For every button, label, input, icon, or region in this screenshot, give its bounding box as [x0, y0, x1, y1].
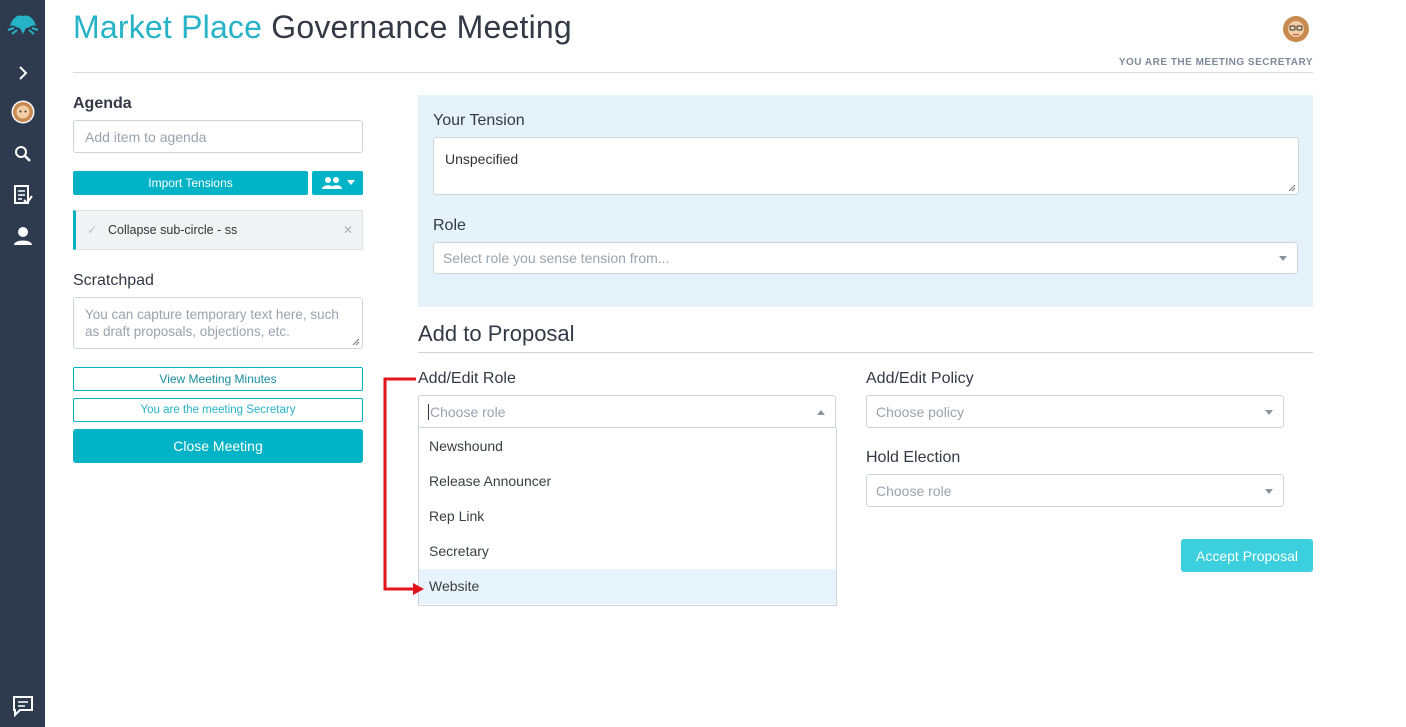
scratchpad-textarea[interactable]: You can capture temporary text here, suc… — [73, 297, 363, 349]
caret-down-icon — [346, 180, 355, 185]
accept-proposal-button[interactable]: Accept Proposal — [1181, 539, 1313, 572]
sidebar-rail — [0, 0, 45, 727]
caret-down-icon — [1279, 256, 1287, 261]
resize-handle-icon[interactable] — [352, 338, 360, 346]
role-option[interactable]: Rep Link — [419, 498, 836, 533]
add-edit-policy-placeholder: Choose policy — [876, 403, 964, 420]
page-title-brand: Market Place — [73, 9, 263, 45]
role-option[interactable]: Newshound — [419, 428, 836, 463]
agenda-heading: Agenda — [73, 95, 132, 112]
close-meeting-button[interactable]: Close Meeting — [73, 429, 363, 463]
tension-value: Unspecified — [445, 151, 519, 167]
caret-up-icon — [817, 409, 825, 415]
scratchpad-placeholder: You can capture temporary text here, suc… — [85, 307, 339, 339]
add-edit-role-label: Add/Edit Role — [418, 370, 516, 387]
role-label: Role — [433, 217, 466, 234]
chat-icon[interactable] — [0, 694, 45, 718]
add-edit-role-select[interactable]: Choose role — [418, 395, 836, 428]
page-title-meeting: Governance Meeting — [271, 9, 572, 45]
caret-down-icon — [1265, 488, 1273, 494]
role-dropdown-menu: Newshound Release Announcer Rep Link Sec… — [418, 428, 837, 606]
tension-role-select[interactable]: Select role you sense tension from... — [433, 242, 1298, 274]
tension-role-placeholder: Select role you sense tension from... — [443, 250, 670, 266]
role-option[interactable]: Secretary — [419, 534, 836, 569]
caret-down-icon — [1265, 409, 1273, 415]
proposal-divider — [418, 352, 1313, 353]
secretary-button[interactable]: You are the meeting Secretary — [73, 398, 363, 422]
role-option[interactable]: Release Announcer — [419, 463, 836, 498]
annotation-arrow-icon — [383, 377, 424, 595]
chevron-right-icon[interactable] — [0, 62, 45, 84]
role-notice: YOU ARE THE MEETING SECRETARY — [1118, 57, 1313, 68]
hold-election-label: Hold Election — [866, 449, 961, 466]
tension-panel — [418, 95, 1313, 307]
user-avatar[interactable] — [1282, 15, 1310, 43]
people-icon — [321, 177, 342, 189]
add-edit-policy-select[interactable]: Choose policy — [866, 395, 1284, 428]
logo-frog-icon[interactable] — [0, 6, 45, 40]
tension-input[interactable]: Unspecified — [433, 137, 1299, 195]
user-avatar-icon[interactable] — [0, 99, 45, 125]
add-edit-role-placeholder: Choose role — [430, 403, 506, 420]
hold-election-placeholder: Choose role — [876, 482, 952, 499]
view-minutes-button[interactable]: View Meeting Minutes — [73, 367, 363, 391]
page-title: Market Place Governance Meeting — [73, 9, 572, 46]
import-tensions-button[interactable]: Import Tensions — [73, 171, 308, 195]
agenda-add-input[interactable]: Add item to agenda — [73, 120, 363, 153]
scratchpad-heading: Scratchpad — [73, 272, 154, 289]
profile-icon[interactable] — [0, 224, 45, 248]
hold-election-select[interactable]: Choose role — [866, 474, 1284, 507]
checklist-icon[interactable] — [0, 183, 45, 207]
add-edit-policy-label: Add/Edit Policy — [866, 370, 974, 387]
check-icon[interactable]: ✓ — [87, 223, 99, 237]
resize-handle-icon[interactable] — [1288, 184, 1296, 192]
search-icon[interactable] — [0, 143, 45, 165]
agenda-item-label: Collapse sub-circle - ss — [108, 223, 238, 237]
role-option-highlighted[interactable]: Website — [419, 568, 836, 604]
tension-label: Your Tension — [433, 112, 525, 129]
header-divider — [73, 72, 1313, 73]
people-dropdown-button[interactable] — [312, 171, 363, 195]
remove-icon[interactable]: ✕ — [343, 223, 353, 237]
agenda-item[interactable]: ✓ Collapse sub-circle - ss ✕ — [73, 210, 363, 250]
proposal-heading: Add to Proposal — [418, 321, 575, 346]
